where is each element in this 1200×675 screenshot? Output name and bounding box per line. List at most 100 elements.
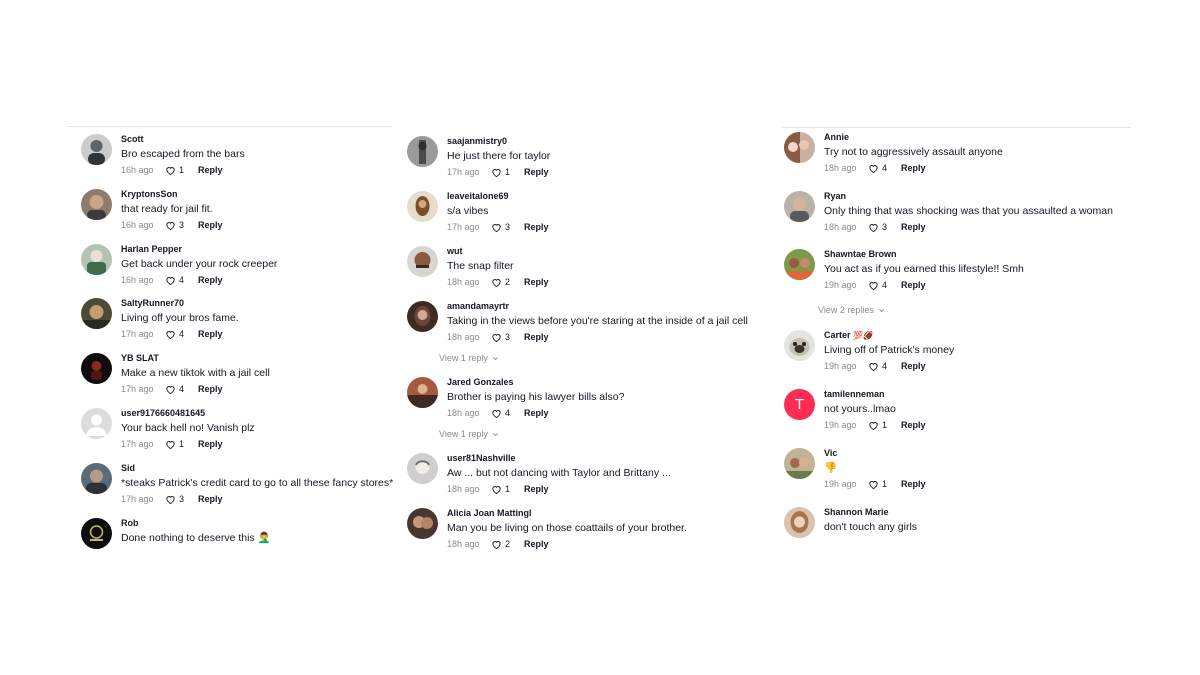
- like-button[interactable]: 1: [165, 165, 198, 176]
- reply-button[interactable]: Reply: [198, 384, 223, 395]
- comment-timestamp: 17h ago: [447, 167, 480, 177]
- comment-username[interactable]: Ryan: [824, 191, 1113, 202]
- like-button[interactable]: 1: [491, 484, 524, 495]
- reply-button[interactable]: Reply: [901, 420, 926, 431]
- user-avatar[interactable]: [407, 246, 438, 277]
- reply-button[interactable]: Reply: [198, 165, 223, 176]
- reply-button[interactable]: Reply: [524, 408, 549, 419]
- like-button[interactable]: 3: [491, 222, 524, 233]
- comment-username[interactable]: amandamayrtr: [447, 301, 748, 312]
- user-avatar[interactable]: [407, 191, 438, 222]
- user-avatar[interactable]: [81, 463, 112, 494]
- comment-username[interactable]: user9176660481645: [121, 408, 255, 419]
- reply-button[interactable]: Reply: [524, 332, 549, 343]
- user-avatar[interactable]: [407, 136, 438, 167]
- comment-username[interactable]: Vic: [824, 448, 926, 459]
- like-button[interactable]: 1: [491, 167, 524, 178]
- reply-button[interactable]: Reply: [901, 280, 926, 291]
- user-avatar[interactable]: [784, 132, 815, 163]
- comment-username[interactable]: Jared Gonzales: [447, 377, 624, 388]
- view-replies-button[interactable]: View 1 reply: [439, 429, 499, 439]
- like-count: 4: [505, 408, 511, 418]
- user-avatar[interactable]: [407, 377, 438, 408]
- comment-username[interactable]: saajanmistry0: [447, 136, 550, 147]
- user-avatar[interactable]: [81, 189, 112, 220]
- reply-button[interactable]: Reply: [524, 167, 549, 178]
- user-avatar[interactable]: [81, 408, 112, 439]
- reply-button[interactable]: Reply: [901, 163, 926, 174]
- comment-text: Make a new tiktok with a jail cell: [121, 367, 270, 379]
- reply-button[interactable]: Reply: [901, 479, 926, 490]
- comment-username[interactable]: leaveitalone69: [447, 191, 549, 202]
- like-button[interactable]: 3: [165, 494, 198, 505]
- reply-button[interactable]: Reply: [198, 494, 223, 505]
- like-button[interactable]: 4: [868, 280, 901, 291]
- user-avatar[interactable]: [784, 448, 815, 479]
- like-button[interactable]: 3: [491, 332, 524, 343]
- view-replies-button[interactable]: View 2 replies: [818, 305, 885, 315]
- comment-username[interactable]: user81Nashville: [447, 453, 671, 464]
- user-avatar[interactable]: [81, 353, 112, 384]
- reply-button[interactable]: Reply: [901, 361, 926, 372]
- comment-username[interactable]: Shawntae Brown: [824, 249, 1024, 260]
- reply-button[interactable]: Reply: [198, 275, 223, 286]
- user-avatar[interactable]: [784, 330, 815, 361]
- user-avatar[interactable]: [784, 507, 815, 538]
- comment-username[interactable]: SaltyRunner70: [121, 298, 239, 309]
- like-button[interactable]: 4: [868, 163, 901, 174]
- reply-button[interactable]: Reply: [524, 484, 549, 495]
- like-button[interactable]: 3: [868, 222, 901, 233]
- user-avatar[interactable]: T: [784, 389, 815, 420]
- user-avatar[interactable]: [407, 453, 438, 484]
- like-count: 4: [882, 163, 888, 173]
- comment-username[interactable]: Scott: [121, 134, 245, 145]
- user-avatar[interactable]: [81, 244, 112, 275]
- user-avatar[interactable]: [784, 191, 815, 222]
- comment-timestamp: 18h ago: [824, 222, 857, 232]
- comment-username[interactable]: Harlan Pepper: [121, 244, 277, 255]
- like-button[interactable]: 1: [165, 439, 198, 450]
- like-button[interactable]: 1: [868, 420, 901, 431]
- comment-username[interactable]: Shannon Marie: [824, 507, 917, 518]
- user-avatar[interactable]: [81, 298, 112, 329]
- user-avatar[interactable]: [407, 301, 438, 332]
- user-avatar[interactable]: [784, 249, 815, 280]
- like-button[interactable]: 2: [491, 539, 524, 550]
- reply-button[interactable]: Reply: [524, 277, 549, 288]
- like-button[interactable]: 3: [165, 220, 198, 231]
- comment-text: Your back hell no! Vanish plz: [121, 422, 255, 434]
- comment-username[interactable]: YB SLAT: [121, 353, 270, 364]
- reply-button[interactable]: Reply: [901, 222, 926, 233]
- comment-username[interactable]: Carter 💯🏈: [824, 330, 954, 341]
- view-replies-button[interactable]: View 1 reply: [439, 353, 499, 363]
- comment-username[interactable]: tamilenneman: [824, 389, 926, 400]
- heart-outline-icon: [869, 224, 878, 233]
- user-avatar[interactable]: [81, 134, 112, 165]
- comment-username[interactable]: Rob: [121, 518, 271, 529]
- comment-username[interactable]: KryptonsSon: [121, 189, 223, 200]
- like-button[interactable]: 4: [491, 408, 524, 419]
- like-button[interactable]: 4: [165, 329, 198, 340]
- reply-button[interactable]: Reply: [198, 329, 223, 340]
- like-count: 4: [882, 280, 888, 290]
- comment-text: Aw ... but not dancing with Taylor and B…: [447, 467, 671, 479]
- comment-username[interactable]: Sid: [121, 463, 393, 474]
- comment-username[interactable]: wut: [447, 246, 549, 257]
- comment-text: don't touch any girls: [824, 521, 918, 533]
- reply-button[interactable]: Reply: [524, 539, 549, 550]
- comment-timestamp: 19h ago: [824, 479, 857, 489]
- like-count: 1: [882, 479, 888, 489]
- like-button[interactable]: 1: [868, 479, 901, 490]
- comment-username[interactable]: Annie: [824, 132, 1003, 143]
- like-button[interactable]: 4: [165, 275, 198, 286]
- reply-button[interactable]: Reply: [198, 220, 223, 231]
- user-avatar[interactable]: [407, 508, 438, 539]
- like-button[interactable]: 4: [165, 384, 198, 395]
- comment-text: not yours..lmao: [824, 403, 896, 415]
- like-button[interactable]: 2: [491, 277, 524, 288]
- user-avatar[interactable]: [81, 518, 112, 549]
- reply-button[interactable]: Reply: [198, 439, 223, 450]
- like-button[interactable]: 4: [868, 361, 901, 372]
- comment-username[interactable]: Alicia Joan Mattingl: [447, 508, 687, 519]
- reply-button[interactable]: Reply: [524, 222, 549, 233]
